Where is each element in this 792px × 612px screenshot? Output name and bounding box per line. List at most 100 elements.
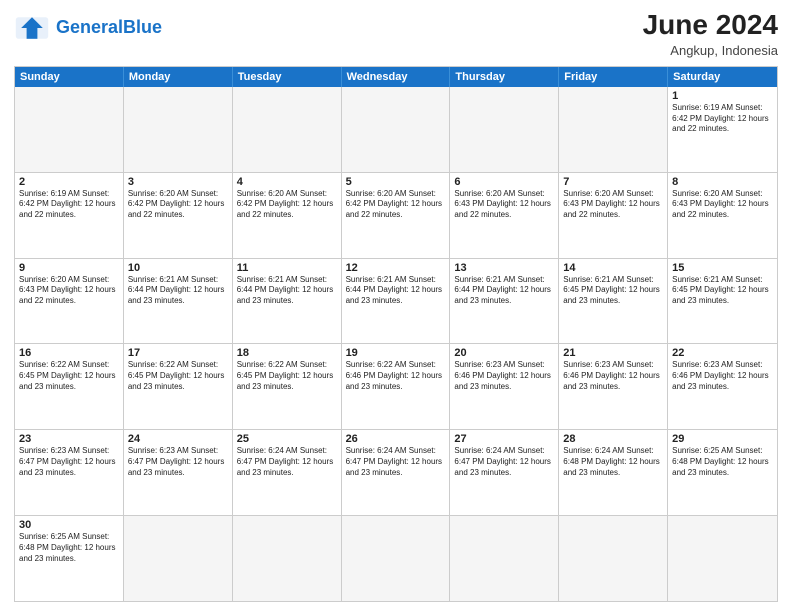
cell-date: 13 bbox=[454, 262, 554, 274]
cell-info: Sunrise: 6:23 AM Sunset: 6:46 PM Dayligh… bbox=[563, 360, 663, 392]
cell-info: Sunrise: 6:23 AM Sunset: 6:47 PM Dayligh… bbox=[128, 446, 228, 478]
logo-text: GeneralBlue bbox=[56, 18, 162, 38]
cell-date: 17 bbox=[128, 347, 228, 359]
cell-info: Sunrise: 6:20 AM Sunset: 6:43 PM Dayligh… bbox=[563, 189, 663, 221]
cell-date: 4 bbox=[237, 176, 337, 188]
week-row: 16Sunrise: 6:22 AM Sunset: 6:45 PM Dayli… bbox=[15, 344, 777, 430]
calendar-cell: 14Sunrise: 6:21 AM Sunset: 6:45 PM Dayli… bbox=[559, 259, 668, 344]
calendar-cell: 6Sunrise: 6:20 AM Sunset: 6:43 PM Daylig… bbox=[450, 173, 559, 258]
logo-icon bbox=[14, 10, 50, 46]
cell-info: Sunrise: 6:23 AM Sunset: 6:47 PM Dayligh… bbox=[19, 446, 119, 478]
calendar-cell: 17Sunrise: 6:22 AM Sunset: 6:45 PM Dayli… bbox=[124, 344, 233, 429]
cell-date: 11 bbox=[237, 262, 337, 274]
calendar-cell bbox=[668, 516, 777, 601]
cell-date: 6 bbox=[454, 176, 554, 188]
calendar: SundayMondayTuesdayWednesdayThursdayFrid… bbox=[14, 66, 778, 602]
cell-date: 1 bbox=[672, 90, 773, 102]
cell-info: Sunrise: 6:22 AM Sunset: 6:45 PM Dayligh… bbox=[237, 360, 337, 392]
week-row: 23Sunrise: 6:23 AM Sunset: 6:47 PM Dayli… bbox=[15, 430, 777, 516]
cell-date: 24 bbox=[128, 433, 228, 445]
cell-date: 16 bbox=[19, 347, 119, 359]
calendar-cell: 8Sunrise: 6:20 AM Sunset: 6:43 PM Daylig… bbox=[668, 173, 777, 258]
cell-date: 23 bbox=[19, 433, 119, 445]
day-header: Friday bbox=[559, 67, 668, 87]
cell-date: 26 bbox=[346, 433, 446, 445]
calendar-cell: 20Sunrise: 6:23 AM Sunset: 6:46 PM Dayli… bbox=[450, 344, 559, 429]
cell-info: Sunrise: 6:20 AM Sunset: 6:42 PM Dayligh… bbox=[128, 189, 228, 221]
cell-date: 21 bbox=[563, 347, 663, 359]
title-block: June 2024 Angkup, Indonesia bbox=[643, 10, 778, 58]
cell-date: 2 bbox=[19, 176, 119, 188]
calendar-cell: 18Sunrise: 6:22 AM Sunset: 6:45 PM Dayli… bbox=[233, 344, 342, 429]
calendar-cell bbox=[559, 87, 668, 172]
calendar-cell: 29Sunrise: 6:25 AM Sunset: 6:48 PM Dayli… bbox=[668, 430, 777, 515]
cell-date: 14 bbox=[563, 262, 663, 274]
calendar-cell: 9Sunrise: 6:20 AM Sunset: 6:43 PM Daylig… bbox=[15, 259, 124, 344]
cell-date: 28 bbox=[563, 433, 663, 445]
cell-info: Sunrise: 6:23 AM Sunset: 6:46 PM Dayligh… bbox=[454, 360, 554, 392]
cell-date: 12 bbox=[346, 262, 446, 274]
calendar-cell: 4Sunrise: 6:20 AM Sunset: 6:42 PM Daylig… bbox=[233, 173, 342, 258]
calendar-cell: 24Sunrise: 6:23 AM Sunset: 6:47 PM Dayli… bbox=[124, 430, 233, 515]
cell-info: Sunrise: 6:22 AM Sunset: 6:45 PM Dayligh… bbox=[19, 360, 119, 392]
cell-info: Sunrise: 6:25 AM Sunset: 6:48 PM Dayligh… bbox=[672, 446, 773, 478]
cell-date: 10 bbox=[128, 262, 228, 274]
calendar-cell bbox=[559, 516, 668, 601]
cell-date: 5 bbox=[346, 176, 446, 188]
page: GeneralBlue June 2024 Angkup, Indonesia … bbox=[0, 0, 792, 612]
day-headers: SundayMondayTuesdayWednesdayThursdayFrid… bbox=[15, 67, 777, 87]
calendar-cell: 28Sunrise: 6:24 AM Sunset: 6:48 PM Dayli… bbox=[559, 430, 668, 515]
day-header: Thursday bbox=[450, 67, 559, 87]
cell-info: Sunrise: 6:19 AM Sunset: 6:42 PM Dayligh… bbox=[672, 103, 773, 135]
cell-info: Sunrise: 6:25 AM Sunset: 6:48 PM Dayligh… bbox=[19, 532, 119, 564]
week-row: 30Sunrise: 6:25 AM Sunset: 6:48 PM Dayli… bbox=[15, 516, 777, 601]
week-row: 1Sunrise: 6:19 AM Sunset: 6:42 PM Daylig… bbox=[15, 87, 777, 173]
calendar-cell: 22Sunrise: 6:23 AM Sunset: 6:46 PM Dayli… bbox=[668, 344, 777, 429]
cell-date: 29 bbox=[672, 433, 773, 445]
day-header: Saturday bbox=[668, 67, 777, 87]
calendar-cell: 12Sunrise: 6:21 AM Sunset: 6:44 PM Dayli… bbox=[342, 259, 451, 344]
cell-info: Sunrise: 6:21 AM Sunset: 6:45 PM Dayligh… bbox=[672, 275, 773, 307]
calendar-cell: 16Sunrise: 6:22 AM Sunset: 6:45 PM Dayli… bbox=[15, 344, 124, 429]
day-header: Monday bbox=[124, 67, 233, 87]
logo: GeneralBlue bbox=[14, 10, 162, 46]
cell-info: Sunrise: 6:24 AM Sunset: 6:47 PM Dayligh… bbox=[346, 446, 446, 478]
calendar-cell bbox=[342, 516, 451, 601]
cell-info: Sunrise: 6:21 AM Sunset: 6:44 PM Dayligh… bbox=[237, 275, 337, 307]
calendar-cell: 23Sunrise: 6:23 AM Sunset: 6:47 PM Dayli… bbox=[15, 430, 124, 515]
calendar-cell: 11Sunrise: 6:21 AM Sunset: 6:44 PM Dayli… bbox=[233, 259, 342, 344]
cell-date: 25 bbox=[237, 433, 337, 445]
cell-date: 20 bbox=[454, 347, 554, 359]
cell-info: Sunrise: 6:24 AM Sunset: 6:47 PM Dayligh… bbox=[454, 446, 554, 478]
calendar-cell: 15Sunrise: 6:21 AM Sunset: 6:45 PM Dayli… bbox=[668, 259, 777, 344]
calendar-cell bbox=[15, 87, 124, 172]
cell-info: Sunrise: 6:21 AM Sunset: 6:44 PM Dayligh… bbox=[454, 275, 554, 307]
cell-date: 3 bbox=[128, 176, 228, 188]
calendar-cell: 10Sunrise: 6:21 AM Sunset: 6:44 PM Dayli… bbox=[124, 259, 233, 344]
cell-info: Sunrise: 6:20 AM Sunset: 6:42 PM Dayligh… bbox=[346, 189, 446, 221]
logo-general: General bbox=[56, 17, 123, 37]
calendar-cell: 7Sunrise: 6:20 AM Sunset: 6:43 PM Daylig… bbox=[559, 173, 668, 258]
calendar-cell: 25Sunrise: 6:24 AM Sunset: 6:47 PM Dayli… bbox=[233, 430, 342, 515]
cell-info: Sunrise: 6:23 AM Sunset: 6:46 PM Dayligh… bbox=[672, 360, 773, 392]
calendar-cell bbox=[342, 87, 451, 172]
calendar-cell: 2Sunrise: 6:19 AM Sunset: 6:42 PM Daylig… bbox=[15, 173, 124, 258]
week-row: 9Sunrise: 6:20 AM Sunset: 6:43 PM Daylig… bbox=[15, 259, 777, 345]
calendar-cell: 13Sunrise: 6:21 AM Sunset: 6:44 PM Dayli… bbox=[450, 259, 559, 344]
cell-info: Sunrise: 6:21 AM Sunset: 6:45 PM Dayligh… bbox=[563, 275, 663, 307]
day-header: Wednesday bbox=[342, 67, 451, 87]
weeks: 1Sunrise: 6:19 AM Sunset: 6:42 PM Daylig… bbox=[15, 87, 777, 601]
cell-date: 8 bbox=[672, 176, 773, 188]
cell-info: Sunrise: 6:24 AM Sunset: 6:48 PM Dayligh… bbox=[563, 446, 663, 478]
calendar-cell: 21Sunrise: 6:23 AM Sunset: 6:46 PM Dayli… bbox=[559, 344, 668, 429]
calendar-cell: 26Sunrise: 6:24 AM Sunset: 6:47 PM Dayli… bbox=[342, 430, 451, 515]
cell-info: Sunrise: 6:21 AM Sunset: 6:44 PM Dayligh… bbox=[128, 275, 228, 307]
cell-info: Sunrise: 6:24 AM Sunset: 6:47 PM Dayligh… bbox=[237, 446, 337, 478]
calendar-cell bbox=[233, 516, 342, 601]
cell-date: 7 bbox=[563, 176, 663, 188]
week-row: 2Sunrise: 6:19 AM Sunset: 6:42 PM Daylig… bbox=[15, 173, 777, 259]
calendar-cell bbox=[233, 87, 342, 172]
cell-date: 22 bbox=[672, 347, 773, 359]
calendar-cell bbox=[450, 516, 559, 601]
cell-date: 27 bbox=[454, 433, 554, 445]
